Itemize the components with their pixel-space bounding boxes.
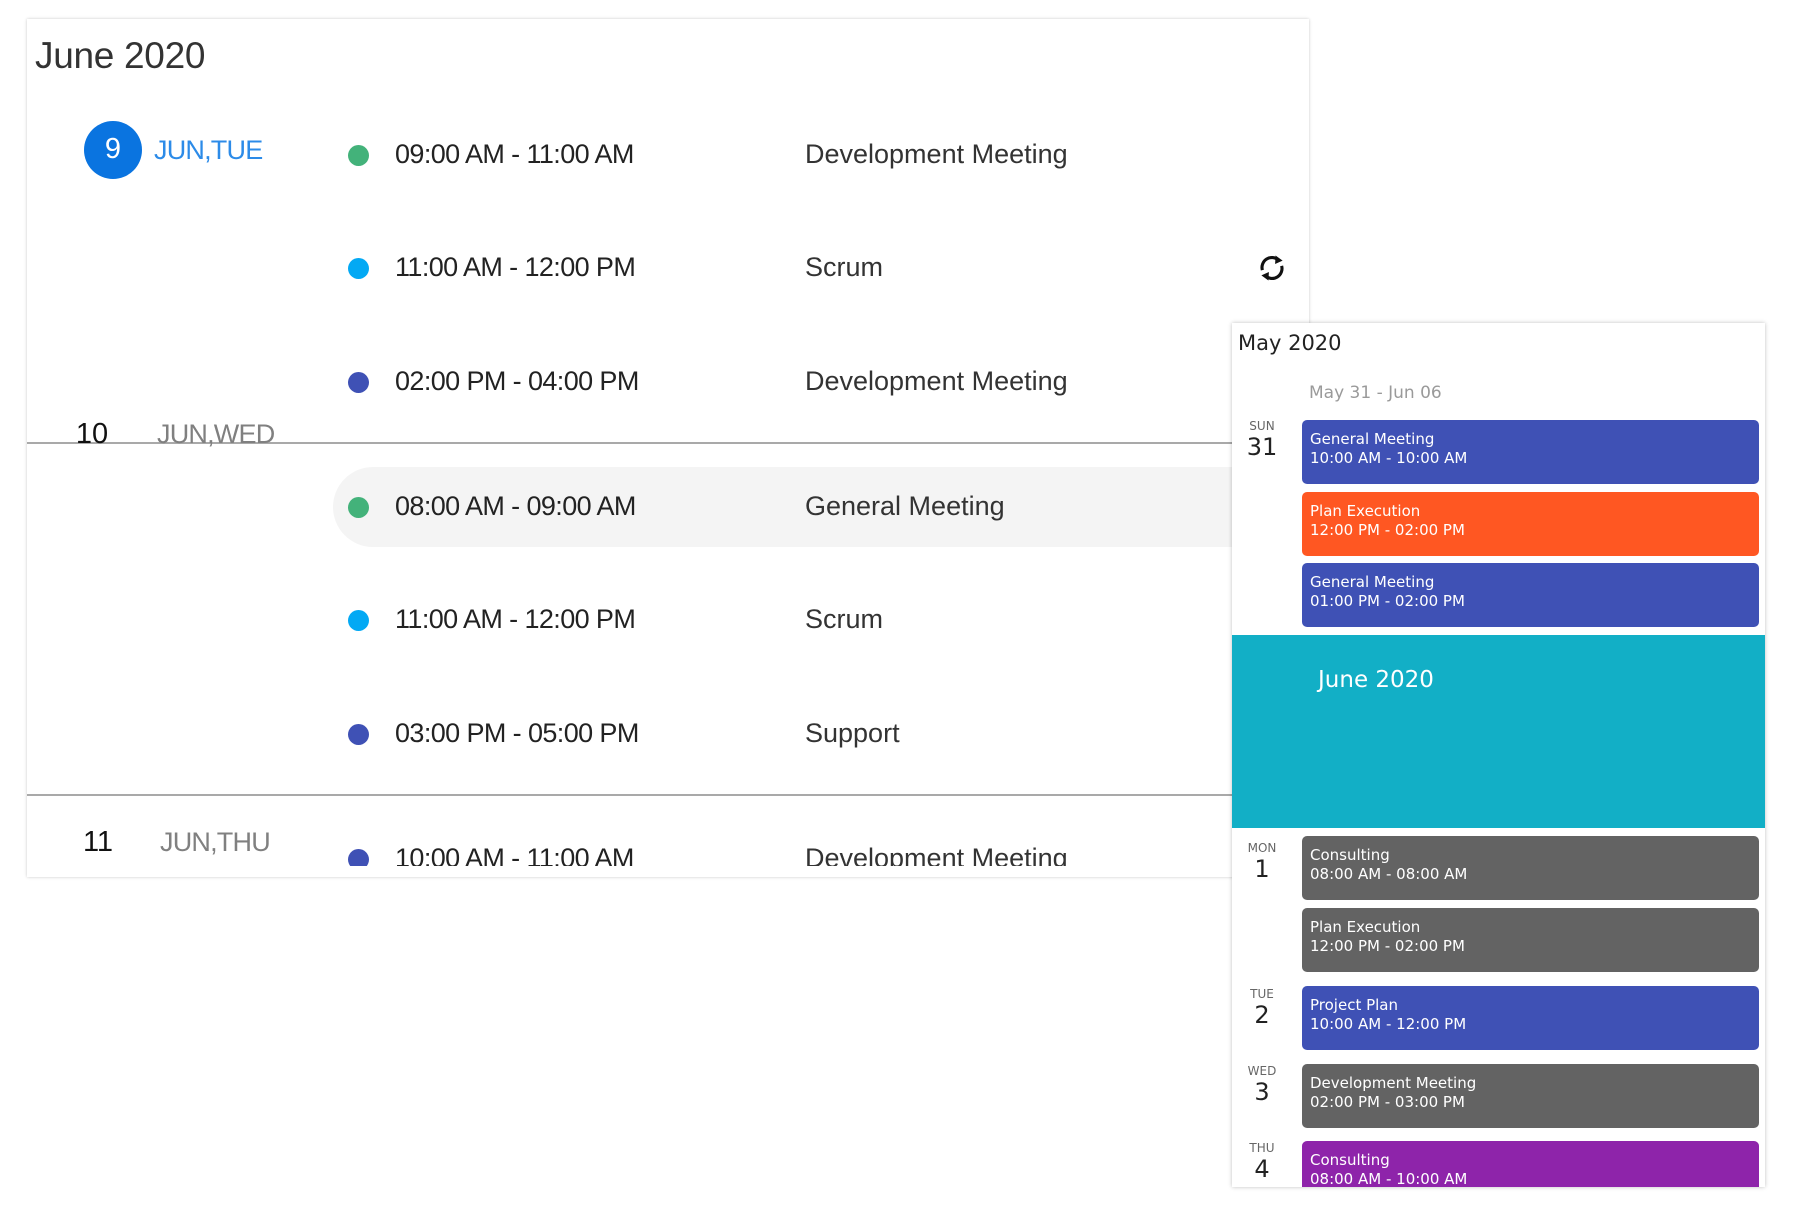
day-of-week: TUE bbox=[1250, 987, 1274, 1001]
recurrence-icon bbox=[1260, 255, 1284, 281]
day-of-week: THU bbox=[1249, 1141, 1275, 1155]
agenda-day-header[interactable]: SUN 31 bbox=[1240, 419, 1284, 461]
appointment-time: 08:00 AM - 10:00 AM bbox=[1310, 1170, 1468, 1187]
appointment-subject: General Meeting bbox=[1310, 430, 1435, 448]
agenda-appointment-card[interactable]: Consulting 08:00 AM - 10:00 AM bbox=[1302, 1141, 1759, 1187]
agenda-day-header[interactable]: THU 4 bbox=[1240, 1141, 1284, 1183]
date-number[interactable]: 10 bbox=[72, 417, 112, 451]
appointment-time: 10:00 AM - 12:00 PM bbox=[1310, 1015, 1467, 1033]
schedule-list[interactable]: 9 JUN,TUE 09:00 AM - 11:00 AM Developmen… bbox=[27, 19, 1309, 866]
agenda-appointment-card[interactable]: Plan Execution 12:00 PM - 02:00 PM bbox=[1302, 908, 1759, 972]
agenda-appointment-card[interactable]: General Meeting 01:00 PM - 02:00 PM bbox=[1302, 563, 1759, 627]
appointment-subject: Development Meeting bbox=[805, 843, 1068, 866]
day-number: 3 bbox=[1254, 1078, 1270, 1106]
month-header-label: June 2020 bbox=[1318, 667, 1434, 693]
appointment-row[interactable]: 03:00 PM - 05:00 PM Support bbox=[333, 694, 1309, 774]
appointment-subject: Support bbox=[805, 718, 900, 748]
date-label: JUN,WED bbox=[157, 419, 275, 449]
appointment-subject: Scrum bbox=[805, 604, 884, 634]
appointment-row[interactable]: 02:00 PM - 04:00 PM Development Meeting bbox=[333, 342, 1309, 422]
appointment-subject: Scrum bbox=[805, 252, 884, 282]
agenda-day-header[interactable]: TUE 2 bbox=[1240, 987, 1284, 1029]
date-label: JUN,TUE bbox=[154, 135, 263, 165]
agenda-appointment-card[interactable]: Development Meeting 02:00 PM - 03:00 PM bbox=[1302, 1064, 1759, 1128]
appointment-subject: Development Meeting bbox=[1310, 1074, 1477, 1092]
appointment-subject: Development Meeting bbox=[805, 139, 1068, 169]
appointment-color-dot bbox=[348, 610, 369, 631]
day-separator bbox=[27, 794, 1309, 796]
appointment-row[interactable]: 11:00 AM - 12:00 PM Scrum bbox=[333, 580, 1309, 660]
agenda-appointment-card[interactable]: Consulting 08:00 AM - 08:00 AM bbox=[1302, 836, 1759, 900]
appointment-color-dot bbox=[348, 497, 369, 518]
day-number: 2 bbox=[1254, 1001, 1270, 1029]
appointment-time: 10:00 AM - 10:00 AM bbox=[1310, 449, 1468, 467]
day-number: 4 bbox=[1254, 1155, 1270, 1183]
day-of-week: SUN bbox=[1249, 419, 1275, 433]
appointment-subject: General Meeting bbox=[1310, 573, 1435, 591]
appointment-color-dot bbox=[348, 258, 369, 279]
appointment-subject: Plan Execution bbox=[1310, 918, 1421, 936]
agenda-view-panel: May 2020 May 31 - Jun 06 SUN 31 General … bbox=[1232, 323, 1765, 1187]
appointment-subject: Consulting bbox=[1310, 1151, 1390, 1169]
appointment-subject: Project Plan bbox=[1310, 996, 1399, 1014]
appointment-time: 11:00 AM - 12:00 PM bbox=[395, 252, 636, 282]
appointment-row[interactable]: 10:00 AM - 11:00 AM Development Meeting bbox=[333, 819, 1309, 866]
appointment-subject: General Meeting bbox=[805, 491, 1005, 521]
appointment-color-dot bbox=[348, 849, 369, 866]
agenda-appointment-card[interactable]: Project Plan 10:00 AM - 12:00 PM bbox=[1302, 986, 1759, 1050]
appointment-time: 09:00 AM - 11:00 AM bbox=[395, 139, 634, 169]
date-label: JUN,THU bbox=[160, 827, 271, 857]
appointment-time: 02:00 PM - 03:00 PM bbox=[1310, 1093, 1465, 1111]
month-header-banner: June 2020 bbox=[1232, 635, 1765, 828]
appointment-subject: Development Meeting bbox=[805, 366, 1068, 396]
appointment-time: 12:00 PM - 02:00 PM bbox=[1310, 937, 1465, 955]
day-number: 1 bbox=[1254, 855, 1270, 883]
appointment-time: 12:00 PM - 02:00 PM bbox=[1310, 521, 1465, 539]
appointment-row-hovered[interactable]: 08:00 AM - 09:00 AM General Meeting bbox=[333, 467, 1309, 547]
day-of-week: MON bbox=[1247, 841, 1277, 855]
appointment-time: 10:00 AM - 11:00 AM bbox=[395, 843, 634, 866]
appointment-time: 08:00 AM - 08:00 AM bbox=[1310, 865, 1468, 883]
agenda-day-header[interactable]: WED 3 bbox=[1240, 1064, 1284, 1106]
appointment-time: 02:00 PM - 04:00 PM bbox=[395, 366, 639, 396]
appointment-color-dot bbox=[348, 145, 369, 166]
appointment-time: 08:00 AM - 09:00 AM bbox=[395, 491, 636, 521]
appointment-row[interactable]: 09:00 AM - 11:00 AM Development Meeting bbox=[333, 115, 1309, 195]
appointment-row[interactable]: 11:00 AM - 12:00 PM Scrum bbox=[333, 228, 1309, 308]
appointment-time: 03:00 PM - 05:00 PM bbox=[395, 718, 639, 748]
schedule-view-panel: June 2020 9 JUN,TUE 09:00 AM - 11:00 AM … bbox=[27, 19, 1309, 877]
date-number[interactable]: 11 bbox=[78, 825, 118, 859]
appointment-subject: Consulting bbox=[1310, 846, 1390, 864]
today-date-circle[interactable]: 9 bbox=[84, 121, 142, 179]
appointment-subject: Plan Execution bbox=[1310, 502, 1421, 520]
appointment-time: 11:00 AM - 12:00 PM bbox=[395, 604, 636, 634]
day-number: 31 bbox=[1246, 433, 1278, 461]
appointment-color-dot bbox=[348, 372, 369, 393]
day-of-week: WED bbox=[1247, 1064, 1277, 1078]
agenda-month-title: May 2020 bbox=[1238, 331, 1342, 355]
agenda-appointment-card[interactable]: Plan Execution 12:00 PM - 02:00 PM bbox=[1302, 492, 1759, 556]
week-range-label: May 31 - Jun 06 bbox=[1309, 383, 1442, 403]
appointment-time: 01:00 PM - 02:00 PM bbox=[1310, 592, 1465, 610]
agenda-day-header[interactable]: MON 1 bbox=[1240, 841, 1284, 883]
agenda-appointment-card[interactable]: General Meeting 10:00 AM - 10:00 AM bbox=[1302, 420, 1759, 484]
appointment-color-dot bbox=[348, 724, 369, 745]
